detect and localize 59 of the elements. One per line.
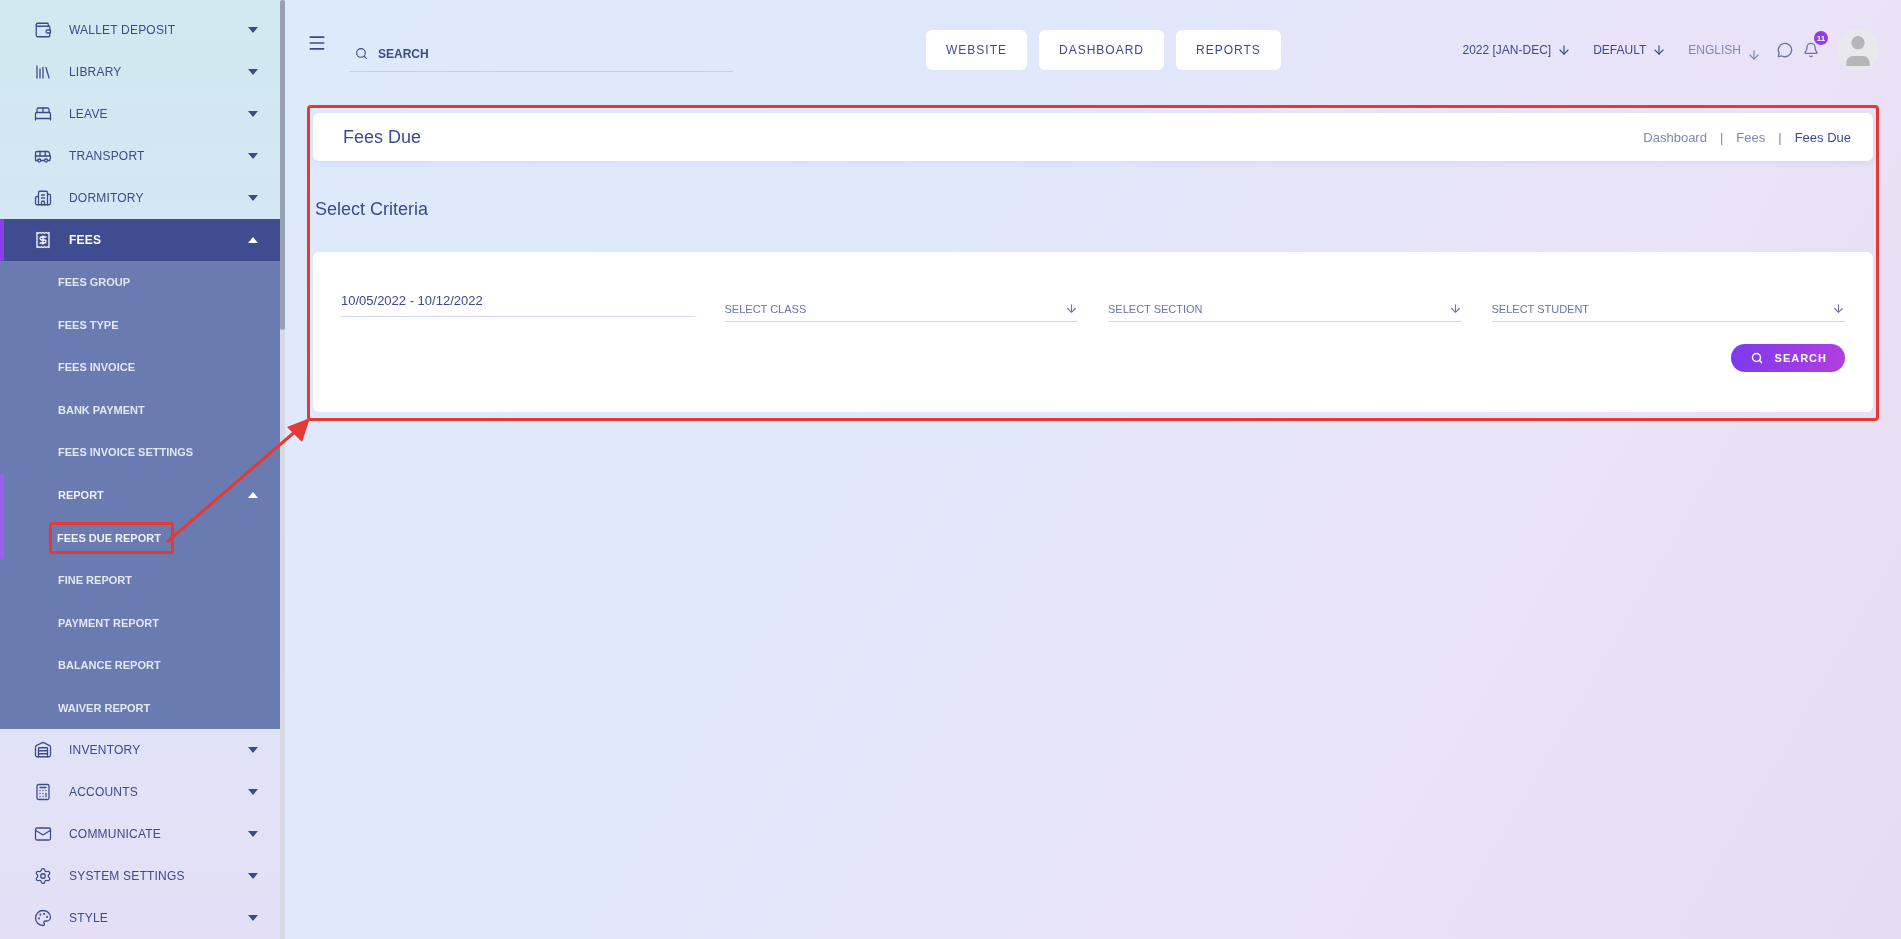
submenu-item[interactable]: FEES DUE REPORT bbox=[57, 531, 161, 544]
submenu-item[interactable]: BALANCE REPORT bbox=[0, 644, 280, 687]
notification-badge: 11 bbox=[1814, 31, 1828, 45]
breadcrumb-separator: | bbox=[1719, 129, 1724, 145]
submenu-item[interactable]: FEES TYPE bbox=[0, 303, 280, 346]
submenu-item[interactable]: PAYMENT REPORT bbox=[0, 601, 280, 645]
palette-icon bbox=[34, 909, 52, 928]
breadcrumb-link[interactable]: Fees Due bbox=[1794, 129, 1851, 145]
sidebar-item[interactable]: TRANSPORT bbox=[0, 134, 280, 177]
warehouse-icon bbox=[34, 741, 52, 760]
receipt-icon bbox=[34, 230, 52, 249]
search-icon bbox=[355, 47, 368, 60]
sidebar-item[interactable]: STYLE bbox=[0, 897, 280, 939]
sidebar-item[interactable]: ACCOUNTS bbox=[0, 771, 280, 814]
search-field[interactable]: SEARCH bbox=[376, 45, 727, 62]
breadcrumb-link[interactable]: Dashboard bbox=[1643, 129, 1707, 145]
page-title: Fees Due bbox=[343, 126, 423, 148]
select-field[interactable]: SELECT SECTION bbox=[1108, 290, 1462, 322]
submenu-item[interactable]: BANK PAYMENT bbox=[0, 388, 280, 432]
submenu-item[interactable]: FEES INVOICE bbox=[0, 345, 280, 389]
sidebar-item[interactable]: COMMUNICATE bbox=[0, 813, 280, 856]
building-icon bbox=[34, 188, 52, 207]
breadcrumb-link[interactable]: Fees bbox=[1736, 129, 1766, 145]
select-field[interactable]: SELECT CLASS bbox=[724, 290, 1078, 322]
nav-button[interactable]: WEBSITE bbox=[926, 30, 1027, 70]
select-field[interactable]: SELECT STUDENT bbox=[1491, 290, 1845, 322]
session-dropdown[interactable]: 2022 [JAN-DEC] bbox=[1456, 43, 1578, 57]
arrow-down-icon bbox=[1747, 48, 1761, 62]
nav-button[interactable]: REPORTS bbox=[1176, 30, 1281, 70]
sidebar-item[interactable]: INVENTORY bbox=[0, 729, 280, 772]
sidebar-item[interactable]: SYSTEM SETTINGS bbox=[0, 855, 280, 898]
arrow-down-icon bbox=[1832, 302, 1845, 315]
sidebar-item[interactable]: FEES bbox=[0, 218, 280, 261]
bed-icon bbox=[34, 104, 52, 123]
submenu-item[interactable]: FINE REPORT bbox=[0, 558, 280, 602]
breadcrumb-separator: | bbox=[1778, 129, 1782, 145]
calculator-icon bbox=[34, 783, 52, 802]
gear-icon bbox=[34, 867, 52, 886]
section-title: Select Criteria bbox=[315, 199, 430, 220]
envelope-icon bbox=[34, 825, 52, 844]
wallet-icon bbox=[34, 20, 52, 39]
sidebar-item[interactable]: WALLET DEPOSIT bbox=[0, 9, 280, 51]
sidebar-item[interactable]: LIBRARY bbox=[0, 50, 280, 93]
search-icon bbox=[1750, 352, 1763, 364]
sidebar-item[interactable]: DORMITORY bbox=[0, 176, 280, 219]
submenu-item[interactable]: FEES GROUP bbox=[0, 260, 280, 304]
nav-button[interactable]: DASHBOARD bbox=[1039, 30, 1165, 70]
chat-button[interactable] bbox=[1777, 42, 1793, 58]
menu-button[interactable] bbox=[307, 33, 327, 53]
arrow-down-icon bbox=[1065, 302, 1078, 315]
sidebar-item[interactable]: LEAVE bbox=[0, 92, 280, 135]
search-button[interactable]: SEARCH bbox=[1730, 344, 1845, 372]
submenu-item[interactable]: WAIVER REPORT bbox=[0, 686, 280, 730]
scrollbar-thumb[interactable] bbox=[280, 0, 285, 330]
notification-button[interactable] bbox=[1803, 42, 1819, 58]
date-range-field[interactable]: 10/05/2022 - 10/12/2022 bbox=[341, 284, 695, 317]
theme-dropdown[interactable]: DEFAULT bbox=[1587, 43, 1673, 57]
submenu-item[interactable]: FEES INVOICE SETTINGS bbox=[0, 431, 280, 474]
arrow-down-icon bbox=[1448, 302, 1462, 315]
